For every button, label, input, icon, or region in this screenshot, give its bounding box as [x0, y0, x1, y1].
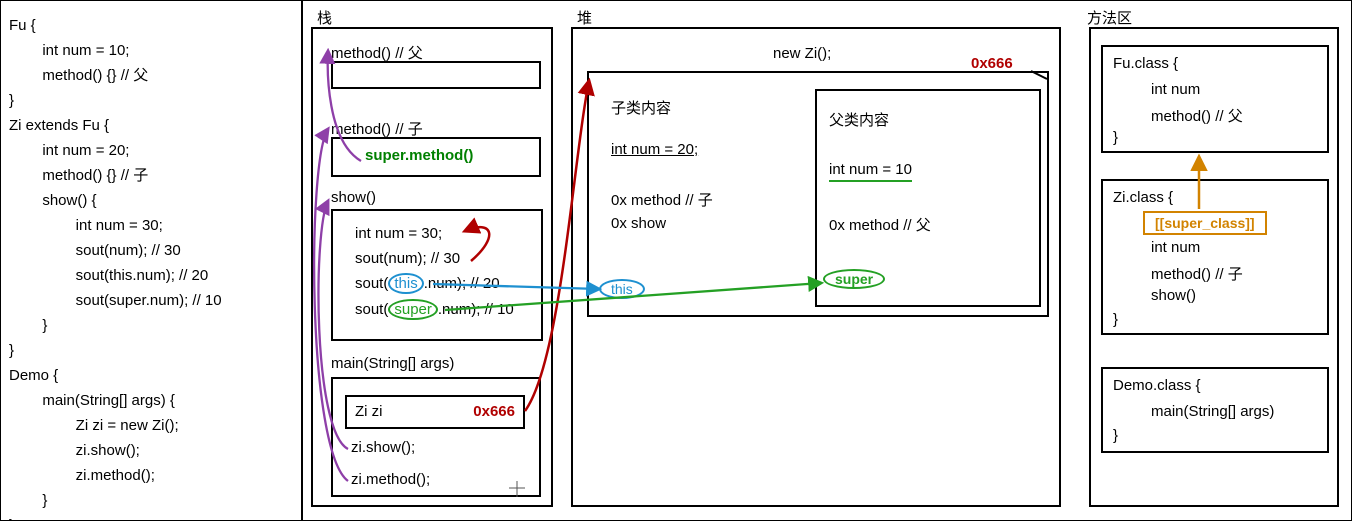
zi-f1: int num: [1151, 239, 1200, 256]
code-line: sout(super.num); // 10: [9, 292, 222, 309]
code-line: }: [9, 517, 14, 521]
stack-title: 栈: [317, 7, 332, 28]
code-line: method() {} // 子: [9, 167, 148, 184]
main-call2: zi.method();: [351, 471, 430, 488]
super-pill: super: [823, 269, 885, 289]
demo-close: }: [1113, 427, 1118, 444]
heap-newzi: new Zi();: [773, 45, 831, 62]
fu-f1: int num: [1151, 81, 1200, 98]
main-var-name: Zi zi: [355, 403, 383, 420]
demo-f1: main(String[] args): [1151, 403, 1274, 420]
stack-frame-show: int num = 30; sout(num); // 30 sout(this…: [331, 209, 543, 341]
heap-child-m2: 0x show: [611, 215, 666, 232]
stack-frame-method-fu: [331, 61, 541, 89]
main-var-value: 0x666: [473, 403, 515, 420]
code-line: Fu {: [9, 17, 36, 34]
stack-frame-show-label: show(): [331, 189, 376, 206]
fu-class-box: Fu.class { int num method() // 父 }: [1101, 45, 1329, 153]
code-line: Demo {: [9, 367, 58, 384]
heap-child-num: int num = 20;: [611, 141, 698, 158]
code-line: main(String[] args) {: [9, 392, 175, 409]
code-line: }: [9, 317, 47, 334]
zi-superclass: [[super_class]]: [1143, 211, 1267, 235]
code-line: show() {: [9, 192, 97, 209]
demo-class-box: Demo.class { main(String[] args) }: [1101, 367, 1329, 453]
code-line: }: [9, 342, 14, 359]
code-line: zi.method();: [9, 467, 155, 484]
code-line: int num = 20;: [9, 142, 129, 159]
code-line: sout(this.num); // 20: [9, 267, 208, 284]
stack-frame-main: Zi zi 0x666 zi.show(); zi.method();: [331, 377, 541, 497]
divider: [301, 1, 303, 520]
code-line: sout(num); // 30: [9, 242, 181, 259]
heap-parent-m1: 0x method // 父: [829, 214, 931, 235]
heap-parent-num: int num = 10: [829, 161, 912, 182]
stack-frame-method-fu-label: method() // 父: [331, 42, 423, 63]
code-line: }: [9, 492, 47, 509]
main-var-box: Zi zi 0x666: [345, 395, 525, 429]
code-line: method() {} // 父: [9, 67, 148, 84]
show-line1: int num = 30;: [355, 225, 442, 242]
stack-frame-method-zi: super.method(): [331, 137, 541, 177]
code-line: zi.show();: [9, 442, 140, 459]
demo-head: Demo.class {: [1113, 377, 1201, 394]
code-line: Zi zi = new Zi();: [9, 417, 179, 434]
this-pill: this: [599, 279, 645, 299]
show-line4: sout(super.num); // 10: [355, 301, 514, 318]
heap-child-title: 子类内容: [611, 97, 671, 118]
zi-class-box: Zi.class { [[super_class]] int num metho…: [1101, 179, 1329, 335]
diagram-root: Fu { int num = 10; method() {} // 父 } Zi…: [0, 0, 1352, 521]
heap-parent-title: 父类内容: [829, 109, 889, 130]
heap-addr: 0x666: [971, 55, 1013, 72]
heap-title: 堆: [577, 7, 592, 28]
methodarea-title: 方法区: [1087, 7, 1132, 28]
zi-close: }: [1113, 311, 1118, 328]
super-method-call: super.method(): [365, 147, 473, 164]
stack-frame-method-zi-label: method() // 子: [331, 118, 423, 139]
code-line: int num = 10;: [9, 42, 129, 59]
stack-frame-main-label: main(String[] args): [331, 355, 454, 372]
show-line3: sout(this.num); // 20: [355, 275, 500, 292]
zi-head: Zi.class {: [1113, 189, 1173, 206]
zi-f3: show(): [1151, 287, 1196, 304]
zi-f2: method() // 子: [1151, 263, 1243, 284]
show-line2: sout(num); // 30: [355, 250, 460, 267]
heap-child-m1: 0x method // 子: [611, 189, 713, 210]
fu-f2: method() // 父: [1151, 105, 1243, 126]
main-call1: zi.show();: [351, 439, 415, 456]
code-line: Zi extends Fu {: [9, 117, 109, 134]
fu-head: Fu.class {: [1113, 55, 1178, 72]
code-line: }: [9, 92, 14, 109]
fu-close: }: [1113, 129, 1118, 146]
code-line: int num = 30;: [9, 217, 163, 234]
source-code: Fu { int num = 10; method() {} // 父 } Zi…: [9, 13, 299, 521]
